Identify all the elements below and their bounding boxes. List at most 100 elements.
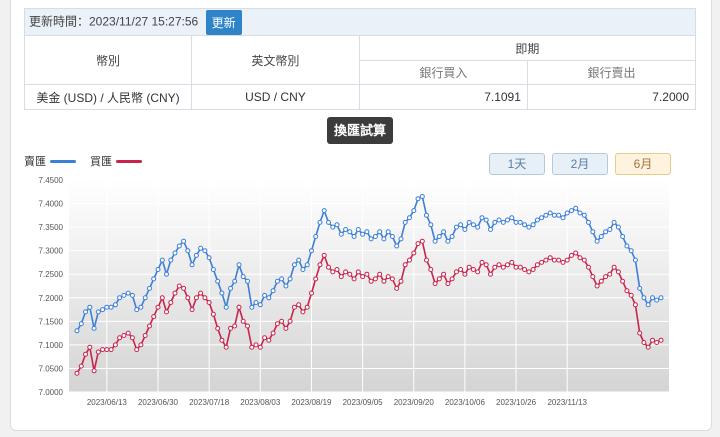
sell-rate-point [91,325,97,331]
sell-rate-point [424,212,429,218]
buy-rate-point [274,321,280,327]
sell-rate-point [398,236,404,242]
bank-buy-value: 7.1091 [358,84,528,110]
table-row: 美金 (USD) / 人民幣 (CNY) USD / CNY 7.1091 7.… [23,84,697,110]
sell-rate-point [530,222,536,228]
buy-rate-point [313,276,319,282]
buy-rate-point [168,300,174,305]
buy-rate-point [104,347,110,353]
buy-rate-point [129,335,135,341]
buy-rate-point [125,330,131,336]
buy-rate-point [658,337,664,343]
sell-rate-point [83,309,88,315]
sell-rate-point [658,295,664,301]
sell-rate-point [645,302,651,308]
buy-rate-point [607,271,613,277]
rate-table: 更新時間：2023/11/27 15:27:56 更新 幣別 英文幣別 即期 銀… [23,8,697,110]
col-spot-header: 即期 [358,35,697,61]
buy-rate-point [159,295,165,301]
buy-rate-point [488,271,493,277]
sell-rate-point [505,217,510,223]
sell-rate-point [526,224,532,230]
sell-rate-point [202,248,208,254]
buy-rate-point [458,267,464,272]
buy-rate-point [560,259,566,265]
buy-rate-point [534,262,540,268]
sell-rate-point [185,248,191,254]
buy-rate-point [219,337,225,343]
sell-rate-point [287,276,293,282]
buy-rate-point [522,267,528,272]
sell-rate-point [74,328,80,334]
y-tick-label: 7.0500 [39,364,64,373]
x-tick-label: 2023/09/05 [343,398,384,407]
sell-rate-point [517,219,523,225]
y-tick-label: 7.2500 [39,270,64,279]
sell-rate-point [615,224,621,230]
buy-rate-point [351,276,357,282]
sell-rate-point [534,217,540,223]
buy-rate-point [381,278,387,284]
buy-rate-point [577,255,583,261]
sell-rate-point [176,243,182,249]
buy-rate-point [270,330,276,336]
sell-rate-point [253,300,259,305]
sell-rate-point [215,278,221,284]
sell-rate-point [313,234,319,239]
sell-rate-point [513,219,519,225]
sell-rate-point [381,236,387,242]
y-tick-label: 7.4500 [39,176,64,185]
buy-rate-point [108,347,114,353]
buy-rate-point [83,351,88,357]
sell-rate-point [317,219,323,225]
refresh-button[interactable]: 更新 [205,9,242,35]
sell-rate-point [607,227,613,232]
col-english-header: 英文幣別 [191,35,360,85]
update-cell: 更新時間：2023/11/27 15:27:56 更新 [24,8,696,36]
sell-rate-point [428,222,434,228]
sell-rate-point [462,227,468,232]
sell-rate-point [172,250,178,256]
buy-rate-point [185,295,191,301]
buy-rate-point [368,278,374,284]
sell-rate-point [479,215,485,221]
sell-rate-point [624,243,630,249]
sell-rate-point [138,304,144,310]
y-tick-label: 7.1500 [39,317,64,326]
sell-rate-point [338,231,344,237]
exchange-calculator-button[interactable]: 換匯試算 [327,117,393,144]
sell-rate-point [300,267,306,272]
sell-rate-point [419,194,425,199]
sell-rate-point [598,234,604,239]
buy-rate-point [573,250,579,256]
x-tick-label: 2023/10/06 [445,398,486,407]
buy-rate-point [117,335,123,341]
sell-rate-point [611,219,617,225]
sell-rate-point [402,219,408,225]
sell-rate-point [581,212,587,218]
buy-rate-point [372,276,378,282]
sell-rate-point [573,205,579,211]
buy-rate-point [176,283,182,289]
sell-rate-point [198,245,204,251]
buy-rate-point [650,337,655,343]
buy-rate-point [598,278,604,284]
buy-rate-point [304,304,310,310]
sell-rate-point [134,307,140,313]
sell-rate-point [164,271,169,277]
buy-rate-point [419,238,425,244]
buy-rate-point [236,304,242,310]
buy-rate-point [453,269,459,275]
sell-rate-point [236,262,242,268]
y-tick-label: 7.2000 [39,294,64,303]
buy-rate-point [632,302,638,308]
sell-rate-point [415,196,421,202]
sell-rate-point [309,248,314,254]
buy-rate-point [513,264,519,270]
buy-rate-point [581,257,587,263]
sell-rate-point [168,257,174,263]
buy-rate-point [449,276,455,282]
sell-rate-point [539,215,545,221]
sell-rate-point [372,234,378,239]
buy-rate-point [245,323,250,329]
